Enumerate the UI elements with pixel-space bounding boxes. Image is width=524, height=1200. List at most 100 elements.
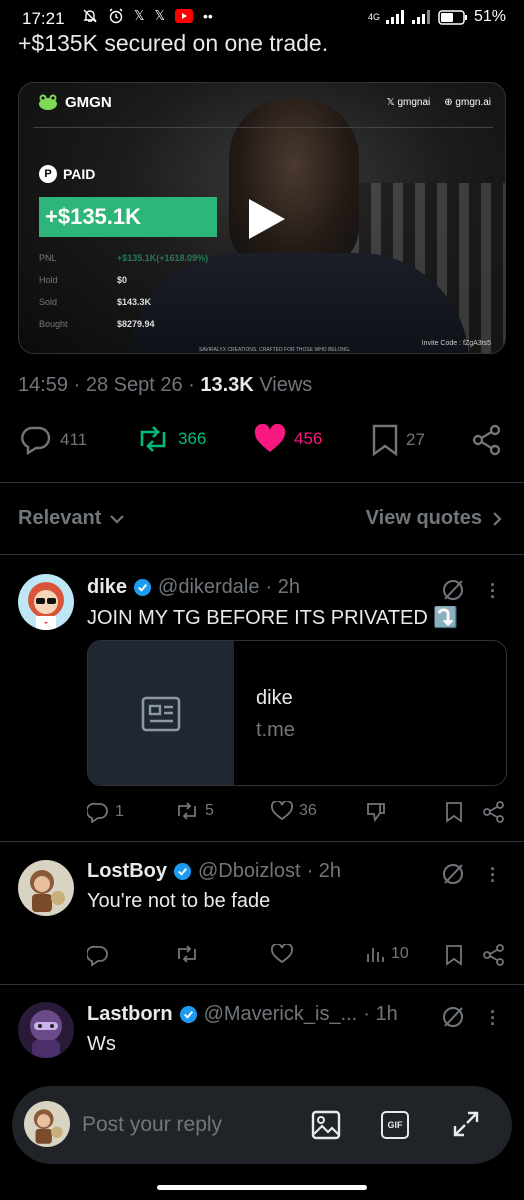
composer-avatar [24, 1101, 70, 1147]
like-button[interactable]: 36 [271, 801, 317, 821]
reply-age: · 2h [265, 576, 300, 598]
repost-icon [140, 426, 166, 452]
reply-actions: 1 5 36 [87, 801, 507, 829]
bookmark-count: 27 [406, 430, 425, 449]
reply-button[interactable]: 1 [87, 801, 124, 823]
alarm-icon [109, 8, 123, 24]
repost-button[interactable] [175, 944, 199, 964]
stat-row: Sold $143.3K [39, 297, 208, 319]
x-handle: 𝕏 gmgnai [386, 97, 431, 108]
verified-badge-icon [173, 862, 192, 881]
grok-icon[interactable] [441, 1005, 465, 1029]
reply-icon [87, 802, 108, 823]
battery-level: 51% [473, 8, 506, 25]
mute-bell-icon [83, 9, 97, 23]
more-options-icon[interactable]: · · · [490, 860, 496, 890]
sort-dropdown[interactable]: Relevant [18, 507, 125, 530]
brand-name: GMGN [65, 93, 112, 111]
tweet-text: +$135K secured on one trade. [18, 30, 329, 56]
stat-value: +$135.1K(+1618.09%) [117, 253, 209, 263]
view-quotes-link[interactable]: View quotes [366, 507, 502, 530]
stat-label: Sold [39, 297, 58, 307]
video-media[interactable]: GMGN 𝕏 gmgnai ⊕ gmgn.ai P PAID +$135.1K … [18, 82, 506, 354]
reply-button[interactable]: 411 [20, 424, 87, 456]
grok-icon[interactable] [441, 862, 465, 886]
status-right: 4G 51% [368, 8, 506, 26]
verified-badge-icon [133, 578, 152, 597]
avatar-illustration [30, 1010, 62, 1058]
views-label: Views [259, 374, 313, 396]
coin-icon: P [39, 165, 57, 183]
link-thumbnail [88, 641, 234, 785]
repost-button[interactable]: 366 [136, 424, 206, 454]
expand-icon[interactable] [452, 1110, 480, 1138]
link-card[interactable]: dike t.me [87, 640, 507, 786]
gif-button[interactable]: GIF [381, 1111, 409, 1139]
x-app-icon: 𝕏 [134, 8, 145, 23]
reply-age: · 2h [306, 860, 342, 882]
invite-code: Invite Code : fZgA3ts5 [421, 340, 491, 347]
avatar[interactable] [18, 1002, 74, 1058]
play-icon[interactable] [247, 197, 287, 241]
image-icon[interactable] [311, 1110, 341, 1140]
reply-header: Lastborn @Maverick_is_... · 1h [87, 1003, 398, 1026]
reply-icon [21, 426, 51, 456]
bookmark-icon [372, 424, 398, 456]
avatar[interactable] [18, 574, 74, 630]
reply-author-name[interactable]: dike [87, 576, 127, 599]
reply-author-handle[interactable]: @Dboizlost [198, 860, 301, 883]
stat-label: PNL [39, 253, 57, 263]
reply-author-handle[interactable]: @Maverick_is_... [204, 1003, 358, 1026]
like-button[interactable]: 456 [254, 424, 322, 454]
grok-icon[interactable] [441, 578, 465, 602]
network-label: 4G [367, 12, 380, 22]
like-button[interactable] [271, 944, 293, 964]
share-button[interactable] [483, 944, 505, 966]
reply-button[interactable] [87, 944, 109, 966]
views-button[interactable]: 10 [365, 944, 409, 964]
stat-value: $143.3K [117, 297, 152, 307]
divider [0, 984, 524, 985]
more-options-icon[interactable]: · · · [490, 576, 496, 606]
reply-text: You're not to be fade [87, 890, 271, 912]
repost-count: 5 [205, 802, 214, 819]
video-figure-head [229, 98, 359, 268]
tweet-actions: 411 366 456 27 [20, 424, 510, 460]
reply-author-handle[interactable]: @dikerdale [158, 576, 259, 599]
stat-label: Hold [39, 275, 58, 285]
gmgn-logo: GMGN [37, 93, 112, 111]
tweet-meta: 14:59 · 28 Sept 26 · 13.3K Views [18, 374, 313, 396]
bookmark-button[interactable] [445, 801, 463, 823]
paid-label: PAID [63, 166, 96, 182]
bookmark-button[interactable]: 27 [372, 424, 425, 456]
share-icon [472, 424, 501, 456]
downvote-button[interactable] [365, 801, 387, 823]
reply-author-name[interactable]: LostBoy [87, 860, 167, 883]
thumbs-down-icon [367, 803, 385, 823]
article-icon [141, 696, 181, 732]
reply-count: 1 [115, 803, 124, 820]
youtube-icon [174, 9, 193, 23]
signal-icon [411, 10, 430, 24]
reply-input[interactable]: Post your reply [82, 1113, 222, 1137]
reply-header: LostBoy @Dboizlost · 2h [87, 860, 341, 883]
repost-button[interactable]: 5 [175, 801, 214, 821]
share-icon [483, 944, 504, 966]
analytics-icon [367, 948, 384, 962]
view-quotes-label: View quotes [365, 507, 482, 529]
share-button[interactable] [483, 801, 505, 823]
divider [0, 841, 524, 842]
card-divider [33, 127, 493, 128]
bookmark-button[interactable] [445, 944, 463, 966]
repost-count: 366 [178, 429, 207, 448]
x-app-icon: 𝕏 [154, 8, 165, 23]
avatar-illustration [28, 582, 64, 630]
brand-links: 𝕏 gmgnai ⊕ gmgn.ai [387, 97, 491, 108]
home-indicator[interactable] [157, 1185, 367, 1190]
reply-author-name[interactable]: Lastborn [87, 1003, 173, 1026]
more-options-icon[interactable]: · · · [490, 1003, 496, 1033]
avatar[interactable] [18, 860, 74, 916]
video-caption: SAVIRALYX CREATIONS. CRAFTED FOR THOSE W… [199, 347, 351, 353]
share-button[interactable] [472, 424, 502, 456]
reply-icon [87, 945, 108, 966]
